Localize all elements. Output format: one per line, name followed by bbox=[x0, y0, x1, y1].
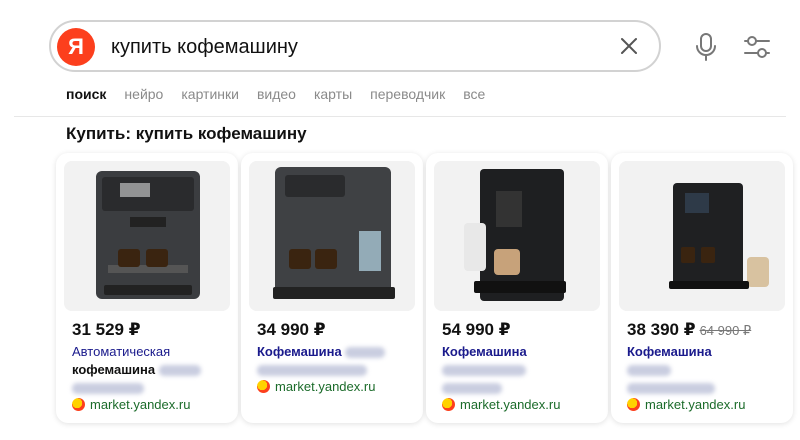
product-title-line2[interactable]: кофемашина bbox=[72, 362, 201, 377]
product-image[interactable] bbox=[619, 161, 785, 311]
product-price: 54 990 ₽ bbox=[442, 320, 511, 339]
product-carousel: 31 529 ₽ Автоматическая кофемашина marke… bbox=[48, 153, 800, 433]
search-bar[interactable]: Я bbox=[49, 20, 661, 72]
product-title-blurred bbox=[442, 380, 502, 395]
product-source[interactable]: market.yandex.ru bbox=[72, 397, 190, 412]
product-title-blurred bbox=[627, 362, 671, 377]
section-title[interactable]: Купить: купить кофемашину bbox=[66, 124, 307, 144]
product-title[interactable]: Автоматическая bbox=[72, 344, 170, 359]
market-icon bbox=[442, 398, 455, 411]
divider bbox=[14, 116, 786, 117]
product-old-price: 64 990 ₽ bbox=[699, 323, 752, 338]
tab-images[interactable]: картинки bbox=[181, 86, 239, 102]
product-title-blurred bbox=[442, 362, 526, 377]
search-tabs: поиск нейро картинки видео карты перевод… bbox=[66, 86, 503, 102]
tab-all[interactable]: все bbox=[463, 86, 485, 102]
product-image[interactable] bbox=[434, 161, 600, 311]
filters-icon[interactable] bbox=[742, 34, 772, 60]
product-title-blurred bbox=[72, 380, 144, 395]
tab-search[interactable]: поиск bbox=[66, 86, 106, 102]
tab-translator[interactable]: переводчик bbox=[370, 86, 445, 102]
tab-video[interactable]: видео bbox=[257, 86, 296, 102]
market-icon bbox=[257, 380, 270, 393]
product-title[interactable]: Кофемашина bbox=[442, 344, 527, 359]
market-icon bbox=[627, 398, 640, 411]
tab-neuro[interactable]: нейро bbox=[124, 86, 163, 102]
search-input[interactable] bbox=[111, 34, 591, 60]
microphone-icon[interactable] bbox=[692, 32, 720, 62]
product-title[interactable]: Кофемашина bbox=[257, 344, 386, 359]
product-source[interactable]: market.yandex.ru bbox=[627, 397, 745, 412]
close-icon[interactable] bbox=[617, 34, 641, 58]
product-source[interactable]: market.yandex.ru bbox=[442, 397, 560, 412]
product-source[interactable]: market.yandex.ru bbox=[257, 379, 375, 394]
product-image[interactable] bbox=[249, 161, 415, 311]
product-image[interactable] bbox=[64, 161, 230, 311]
product-price: 34 990 ₽ bbox=[257, 320, 326, 339]
product-card[interactable]: 31 529 ₽ Автоматическая кофемашина marke… bbox=[56, 153, 238, 423]
tab-maps[interactable]: карты bbox=[314, 86, 352, 102]
product-title-blurred bbox=[257, 362, 367, 377]
product-title[interactable]: Кофемашина bbox=[627, 344, 712, 359]
product-price: 31 529 ₽ bbox=[72, 320, 141, 339]
yandex-logo-icon[interactable]: Я bbox=[57, 28, 95, 66]
market-icon bbox=[72, 398, 85, 411]
product-card[interactable]: 34 990 ₽ Кофемашина market.yandex.ru bbox=[241, 153, 423, 423]
product-card[interactable]: 38 390 ₽64 990 ₽ Кофемашина market.yande… bbox=[611, 153, 793, 423]
product-title-blurred bbox=[627, 380, 715, 395]
product-price: 38 390 ₽64 990 ₽ bbox=[627, 320, 752, 339]
product-card[interactable]: 54 990 ₽ Кофемашина market.yandex.ru bbox=[426, 153, 608, 423]
